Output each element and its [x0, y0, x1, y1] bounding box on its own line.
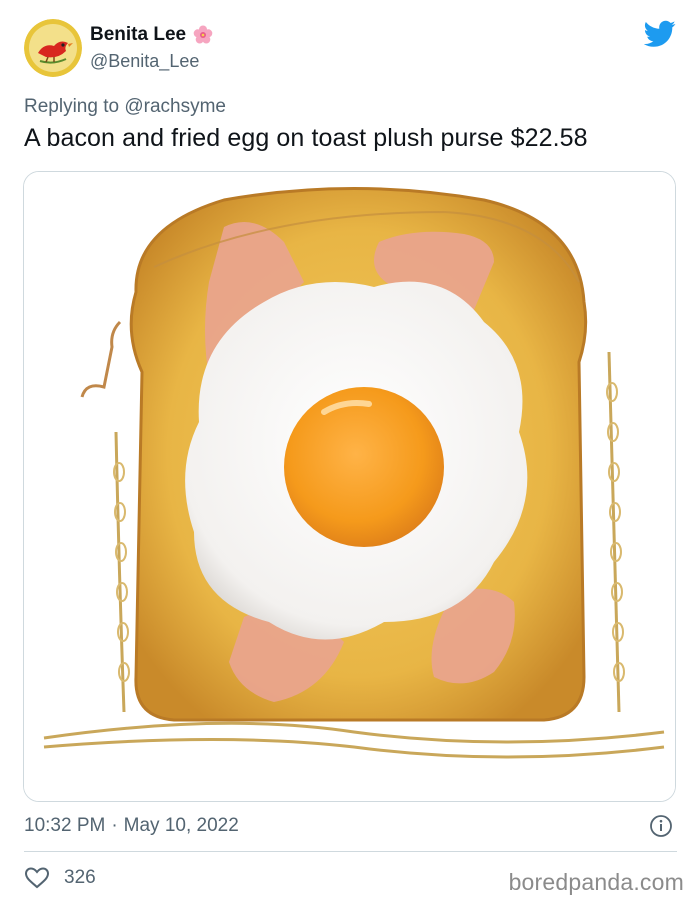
avatar[interactable] [24, 19, 82, 77]
tweet-time: 10:32 PM [24, 815, 106, 836]
red-bird-avatar-icon [24, 19, 82, 77]
reply-to-handle-link[interactable]: @rachsyme [124, 96, 226, 117]
tweet-timestamp[interactable]: 10:32 PM · May 10, 2022 [24, 815, 239, 837]
twitter-bird-icon[interactable] [644, 20, 676, 48]
replying-prefix: Replying to [24, 96, 120, 117]
display-name-row[interactable]: Benita Lee [90, 24, 214, 46]
watermark: boredpanda.com [508, 869, 684, 895]
timestamp-separator: · [111, 815, 118, 836]
heart-icon[interactable] [24, 866, 50, 890]
toast-purse-image-icon [24, 172, 675, 801]
replying-to: Replying to @rachsyme [24, 96, 226, 118]
tweet-media[interactable] [23, 171, 676, 802]
divider [24, 851, 677, 852]
tweet-date: May 10, 2022 [123, 815, 239, 836]
info-icon[interactable] [649, 814, 673, 838]
tweet-card: Benita Lee @Benita_Lee Replying to @rach… [0, 0, 700, 905]
like-action[interactable]: 326 [24, 866, 96, 890]
flower-emoji-icon [193, 25, 213, 44]
like-count: 326 [64, 867, 96, 888]
user-handle[interactable]: @Benita_Lee [90, 51, 199, 72]
tweet-text: A bacon and fried egg on toast plush pur… [24, 124, 588, 152]
display-name[interactable]: Benita Lee [90, 24, 186, 46]
